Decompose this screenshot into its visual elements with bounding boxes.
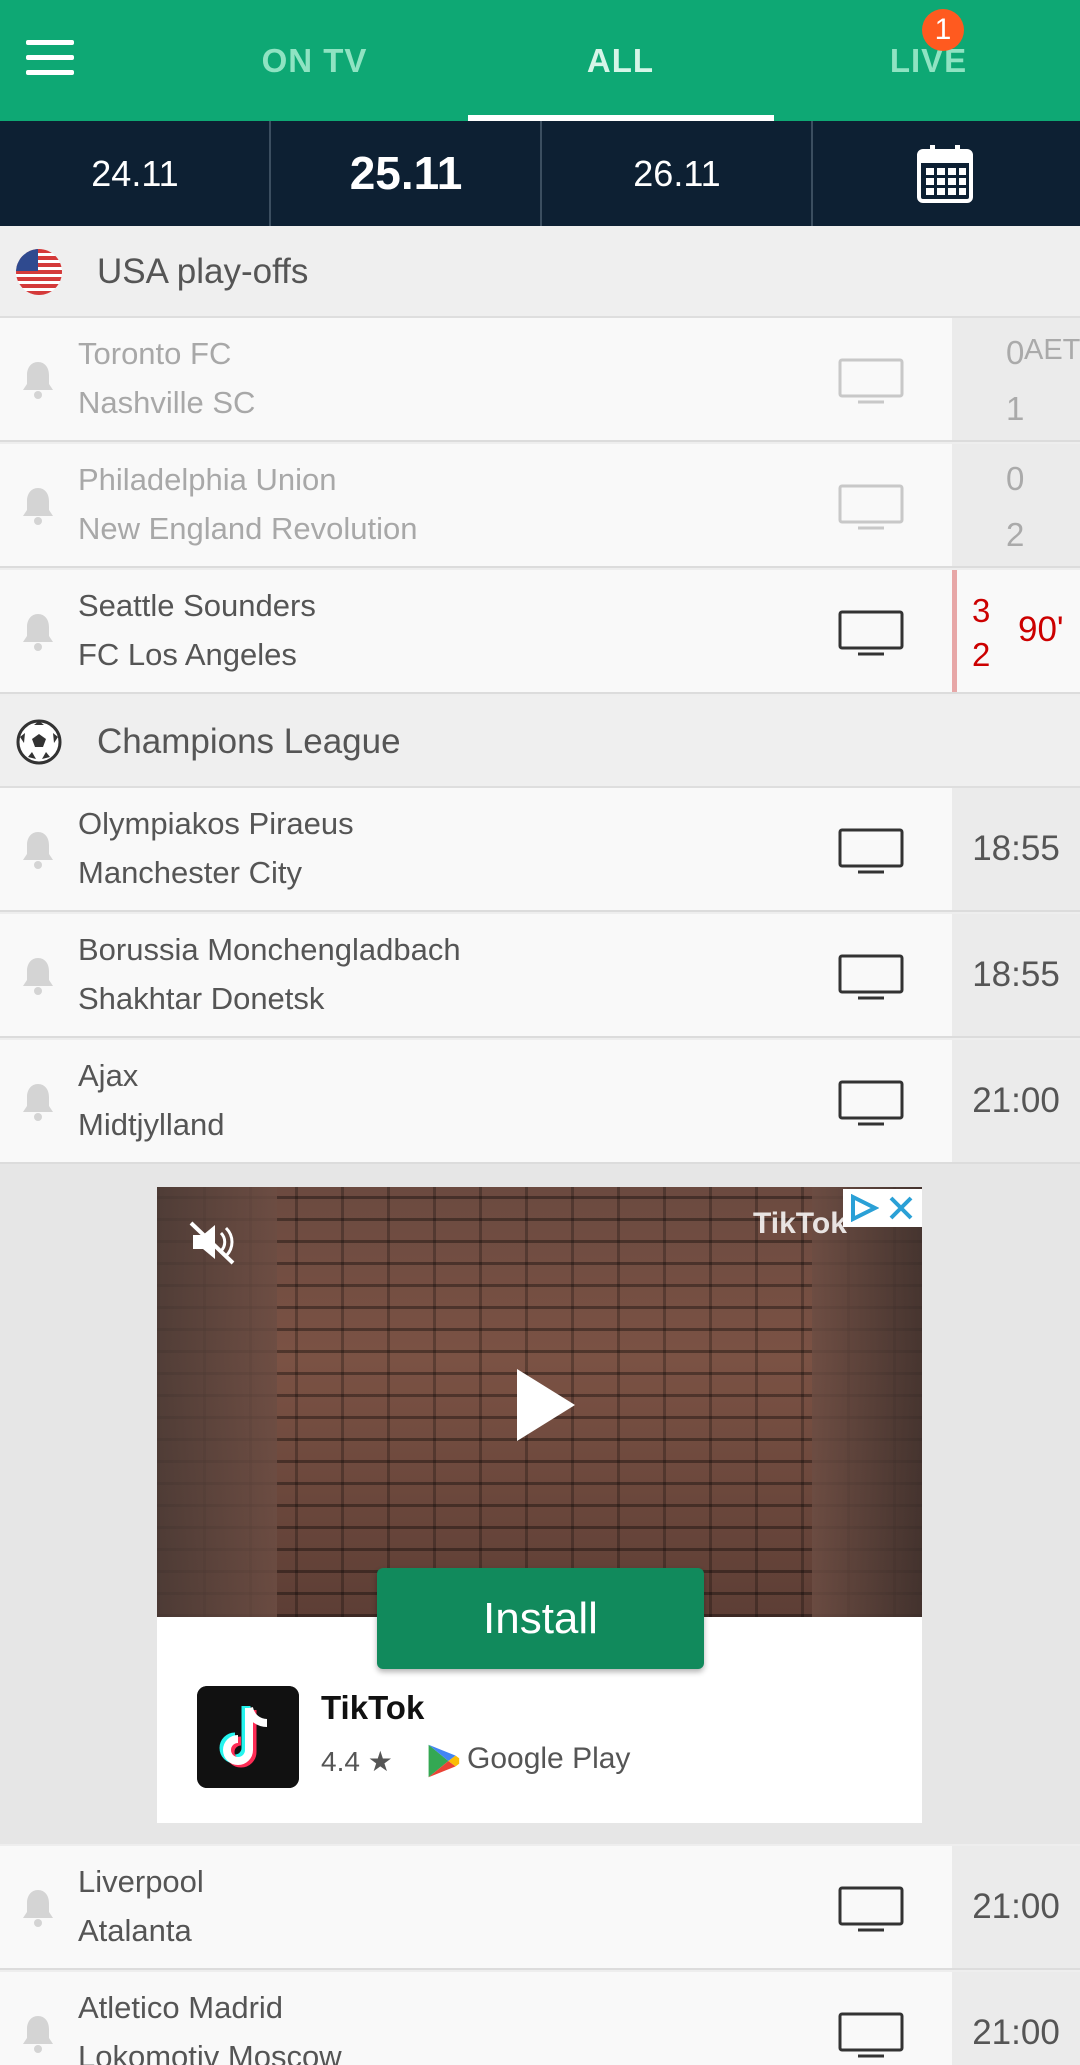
tv-icon[interactable]: [838, 358, 904, 406]
tv-icon[interactable]: [838, 954, 904, 1002]
bell-icon[interactable]: [20, 486, 56, 526]
tv-icon[interactable]: [838, 484, 904, 532]
section-title: USA play-offs: [97, 252, 309, 291]
app-rating: 4.4 ★: [321, 1745, 393, 1778]
bell-icon[interactable]: [20, 1888, 56, 1928]
calendar-icon[interactable]: [917, 143, 973, 203]
tv-icon[interactable]: [838, 828, 904, 876]
home-team: Ajax: [78, 1058, 139, 1093]
match-minute: 90': [1018, 610, 1064, 649]
bell-icon[interactable]: [20, 1082, 56, 1122]
match-row[interactable]: Borussia Monchengladbach Shakhtar Donets…: [0, 914, 1080, 1038]
away-team: FC Los Angeles: [78, 637, 297, 672]
tiktok-watermark: TikTok: [753, 1207, 847, 1240]
home-team: Philadelphia Union: [78, 462, 337, 497]
play-icon[interactable]: [517, 1369, 575, 1441]
home-score: 0: [1006, 460, 1025, 497]
away-team: New England Revolution: [78, 511, 418, 546]
ad-video[interactable]: TikTok: [157, 1187, 922, 1617]
football-icon: [16, 719, 62, 765]
tv-icon[interactable]: [838, 2012, 904, 2060]
section-header-usa[interactable]: USA play-offs: [0, 226, 1080, 318]
away-team: Manchester City: [78, 855, 302, 890]
ad-choices[interactable]: [843, 1189, 922, 1227]
tv-icon[interactable]: [838, 610, 904, 658]
divider: [811, 121, 813, 226]
kickoff-time: 21:00: [972, 1887, 1060, 1926]
google-play-icon: [428, 1744, 460, 1778]
date-current[interactable]: 25.11: [271, 121, 541, 226]
match-row[interactable]: Liverpool Atalanta 21:00: [0, 1846, 1080, 1970]
tab-all[interactable]: ALL: [468, 0, 773, 121]
home-team: Liverpool: [78, 1864, 204, 1899]
match-row[interactable]: Olympiakos Piraeus Manchester City 18:55: [0, 788, 1080, 912]
match-row[interactable]: Philadelphia Union New England Revolutio…: [0, 444, 1080, 568]
tiktok-app-icon[interactable]: [197, 1686, 299, 1788]
kickoff-time: 21:00: [972, 1081, 1060, 1120]
tv-icon[interactable]: [838, 1886, 904, 1934]
app-root: ON TV ALL LIVE 1 24.11 25.11 26.11 USA p…: [0, 0, 1080, 2065]
app-name[interactable]: TikTok: [321, 1689, 424, 1727]
bell-icon[interactable]: [20, 612, 56, 652]
rating-value: 4.4: [321, 1746, 360, 1777]
home-score: 0: [1006, 334, 1025, 371]
away-score: 2: [1006, 516, 1025, 553]
tab-on-tv[interactable]: ON TV: [162, 0, 467, 121]
home-team: Borussia Monchengladbach: [78, 932, 461, 967]
match-row-live[interactable]: Seattle Sounders FC Los Angeles 3 2 90': [0, 570, 1080, 694]
section-header-champions-league[interactable]: Champions League: [0, 696, 1080, 788]
mute-icon[interactable]: [187, 1217, 237, 1267]
date-next[interactable]: 26.11: [542, 121, 812, 226]
date-prev[interactable]: 24.11: [0, 121, 270, 226]
home-team: Olympiakos Piraeus: [78, 806, 354, 841]
close-icon[interactable]: [887, 1194, 915, 1222]
section-title: Champions League: [97, 722, 401, 761]
bell-icon[interactable]: [20, 830, 56, 870]
top-navigation: ON TV ALL LIVE 1: [0, 0, 1080, 121]
away-team: Atalanta: [78, 1913, 192, 1948]
away-score: 1: [1006, 390, 1025, 427]
away-team: Nashville SC: [78, 385, 256, 420]
live-count-badge: 1: [922, 9, 964, 51]
match-row[interactable]: Toronto FC Nashville SC 0 AET 1: [0, 318, 1080, 442]
tv-icon[interactable]: [838, 1080, 904, 1128]
adchoices-icon[interactable]: [847, 1194, 879, 1222]
away-team: Lokomotiv Moscow: [78, 2039, 342, 2065]
video-backdrop: [812, 1187, 922, 1617]
home-team: Atletico Madrid: [78, 1990, 284, 2025]
kickoff-time: 18:55: [972, 955, 1060, 994]
bell-icon[interactable]: [20, 360, 56, 400]
home-score: 3: [972, 592, 991, 629]
install-button[interactable]: Install: [377, 1568, 704, 1669]
match-row[interactable]: Ajax Midtjylland 21:00: [0, 1040, 1080, 1164]
home-team: Toronto FC: [78, 336, 232, 371]
usa-flag-icon: [16, 249, 62, 295]
tiktok-ad[interactable]: TikTok Install TikTok 4.4 ★ Google Play: [157, 1187, 922, 1823]
bell-icon[interactable]: [20, 2014, 56, 2054]
aet-label: AET: [1024, 334, 1080, 366]
menu-icon[interactable]: [26, 40, 74, 76]
away-team: Shakhtar Donetsk: [78, 981, 325, 1016]
away-score: 2: [972, 636, 991, 673]
star-icon: ★: [367, 1746, 393, 1777]
bell-icon[interactable]: [20, 956, 56, 996]
match-row[interactable]: Atletico Madrid Lokomotiv Moscow 21:00: [0, 1972, 1080, 2065]
away-team: Midtjylland: [78, 1107, 225, 1142]
kickoff-time: 21:00: [972, 2013, 1060, 2052]
kickoff-time: 18:55: [972, 829, 1060, 868]
google-play-label: Google Play: [467, 1742, 631, 1775]
home-team: Seattle Sounders: [78, 588, 316, 623]
